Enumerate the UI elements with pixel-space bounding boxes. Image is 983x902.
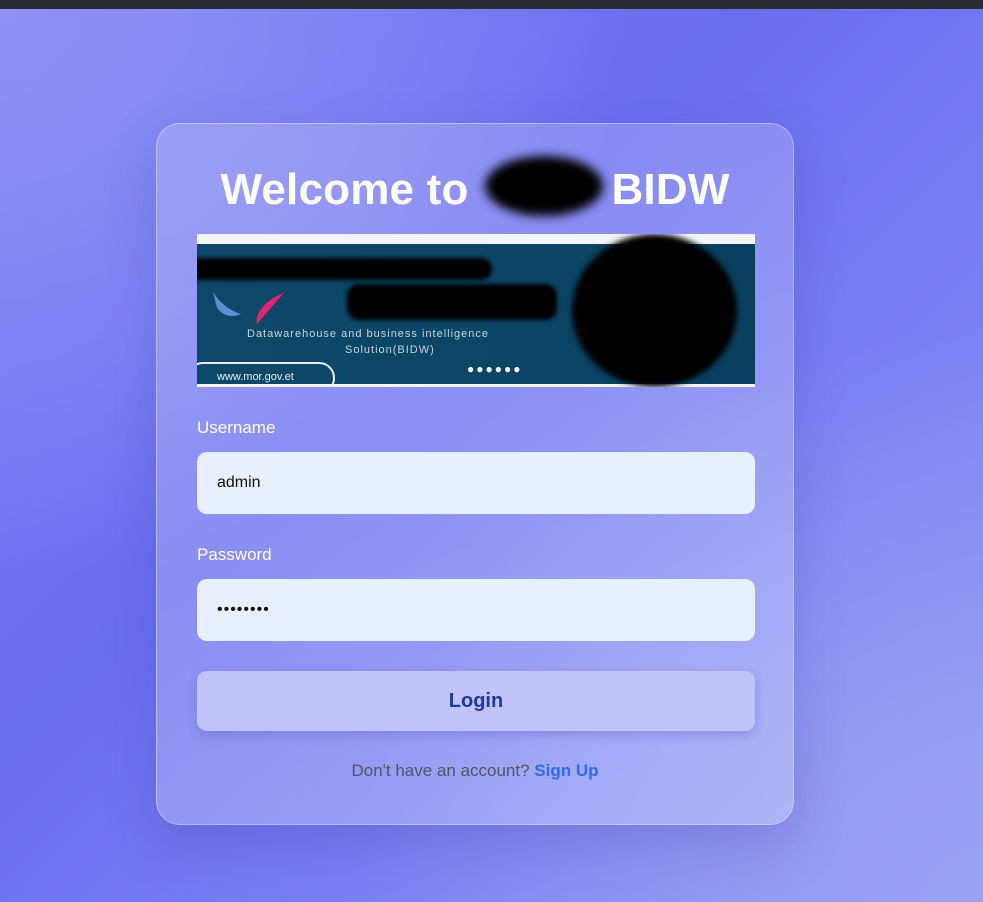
banner-tagline-line1: Datawarehouse and business intelligence (247, 328, 490, 340)
title-prefix: Welcome to (220, 165, 469, 214)
password-input[interactable] (197, 579, 755, 641)
banner-redaction-line (197, 258, 492, 280)
banner-tagline-line2: Solution(BIDW) (345, 344, 435, 356)
title-suffix: BIDW (611, 165, 730, 214)
username-input[interactable] (197, 452, 755, 514)
banner-dots: ●●●●●● (467, 362, 523, 376)
banner-website: www.mor.gov.et (217, 371, 294, 383)
password-label: Password (197, 545, 272, 564)
signup-link[interactable]: Sign Up (534, 761, 598, 780)
banner-redaction-blob (572, 234, 737, 387)
username-label: Username (197, 418, 276, 437)
signup-prompt: Don't have an account? (351, 761, 530, 780)
organization-banner: Datawarehouse and business intelligence … (197, 234, 755, 387)
banner-website-pill: www.mor.gov.et (197, 362, 335, 387)
window-top-bar (0, 0, 983, 9)
login-page-background: Welcome to BIDW Datawarehouse and busine… (0, 9, 983, 902)
banner-redaction-line (347, 284, 557, 320)
page-title: Welcome to BIDW (157, 164, 793, 216)
login-card: Welcome to BIDW Datawarehouse and busine… (156, 123, 794, 825)
organization-logo-icon (213, 292, 285, 324)
title-redaction (485, 156, 603, 216)
login-button[interactable]: Login (197, 671, 755, 731)
signup-row: Don't have an account? Sign Up (157, 761, 793, 781)
